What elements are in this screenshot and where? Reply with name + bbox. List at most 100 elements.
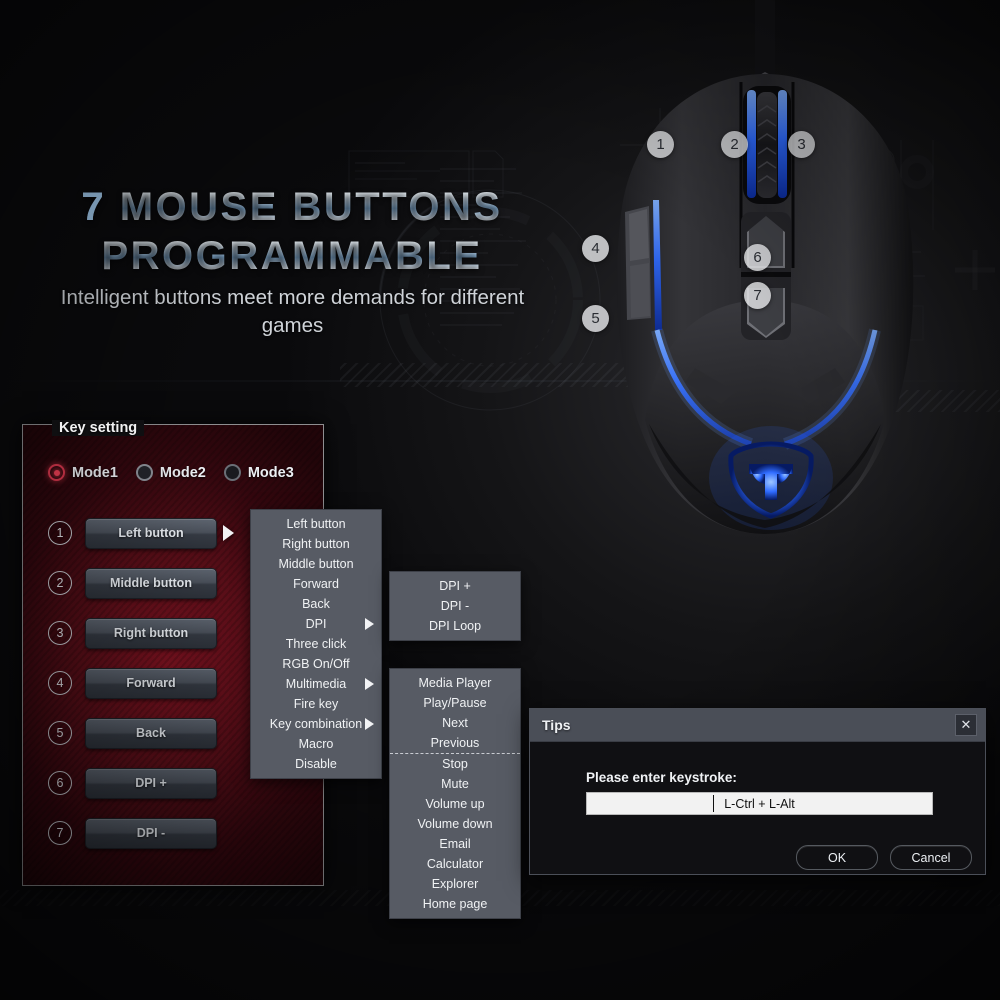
key-row-3-number: 3 <box>48 621 72 645</box>
mm-menu-item-mute[interactable]: Mute <box>390 774 520 794</box>
menu-item-left-button[interactable]: Left button <box>251 514 381 534</box>
key-row-6: 6 DPI + <box>48 758 234 808</box>
mm-menu-item-calculator[interactable]: Calculator <box>390 854 520 874</box>
multimedia-submenu: Media Player Play/Pause Next Previous St… <box>389 668 521 919</box>
menu-item-label: DPI <box>305 617 327 631</box>
menu-item-back[interactable]: Back <box>251 594 381 614</box>
mode-option-3[interactable]: Mode3 <box>223 464 294 481</box>
callout-badge-1: 1 <box>647 131 674 158</box>
menu-item-label: Calculator <box>426 857 484 871</box>
menu-item-macro[interactable]: Macro <box>251 734 381 754</box>
key-row-1-expand-icon[interactable] <box>223 525 234 541</box>
product-infographic: 1 2 3 4 5 6 7 7 MOUSE BUTTONS PROGRAMMAB… <box>0 0 1000 1000</box>
submenu-arrow-icon <box>365 678 374 690</box>
key-row-1-button[interactable]: Left button <box>85 517 217 549</box>
mm-menu-item-volume-down[interactable]: Volume down <box>390 814 520 834</box>
cancel-button[interactable]: Cancel <box>890 845 972 870</box>
menu-item-label: DPI - <box>440 599 470 613</box>
mm-menu-item-play-pause[interactable]: Play/Pause <box>390 693 520 713</box>
gaming-mouse-image: 1 2 3 4 5 6 7 <box>545 0 1000 600</box>
menu-item-key-combination[interactable]: Key combination <box>251 714 381 734</box>
menu-item-label: DPI Loop <box>428 619 482 633</box>
tips-dialog-body: Please enter keystroke: L-Ctrl + L-Alt O… <box>530 742 985 874</box>
mm-menu-item-previous[interactable]: Previous <box>390 733 520 753</box>
mode-option-1[interactable]: Mode1 <box>48 464 118 481</box>
key-binding-rows: 1 Left button 2 Middle button 3 Right bu… <box>48 508 234 858</box>
menu-item-label: Multimedia <box>285 677 347 691</box>
key-row-5-button[interactable]: Back <box>85 717 217 749</box>
key-row-7: 7 DPI - <box>48 808 234 858</box>
mode2-radio-icon[interactable] <box>135 464 153 481</box>
menu-item-label: Next <box>442 716 468 730</box>
key-row-2-button[interactable]: Middle button <box>85 567 217 599</box>
mode2-label: Mode2 <box>159 464 206 481</box>
close-icon[interactable]: ✕ <box>955 714 977 736</box>
key-row-7-button[interactable]: DPI - <box>85 817 217 849</box>
menu-item-label: Right button <box>282 537 350 551</box>
mode-selector-group: Mode1 Mode2 Mode3 <box>48 464 294 481</box>
mode1-label: Mode1 <box>72 464 118 481</box>
key-row-3-button[interactable]: Right button <box>85 617 217 649</box>
menu-item-label: Volume down <box>417 817 493 831</box>
menu-item-middle-button[interactable]: Middle button <box>251 554 381 574</box>
menu-item-multimedia[interactable]: Multimedia <box>251 674 381 694</box>
callout-badge-3: 3 <box>788 131 815 158</box>
menu-item-right-button[interactable]: Right button <box>251 534 381 554</box>
menu-item-label: Fire key <box>293 697 339 711</box>
dpi-menu-item-loop[interactable]: DPI Loop <box>390 616 520 636</box>
menu-item-label: Disable <box>295 757 337 771</box>
headline-line-2: PROGRAMMABLE <box>72 232 512 281</box>
menu-item-three-click[interactable]: Three click <box>251 634 381 654</box>
mm-menu-item-media-player[interactable]: Media Player <box>390 673 520 693</box>
menu-item-forward[interactable]: Forward <box>251 574 381 594</box>
menu-item-label: Mute <box>441 777 469 791</box>
assignment-context-menu: Left button Right button Middle button F… <box>250 509 382 779</box>
ok-button[interactable]: OK <box>796 845 878 870</box>
key-row-5: 5 Back <box>48 708 234 758</box>
key-row-1-number: 1 <box>48 521 72 545</box>
key-row-6-button[interactable]: DPI + <box>85 767 217 799</box>
mode-option-2[interactable]: Mode2 <box>135 464 206 481</box>
keystroke-input[interactable]: L-Ctrl + L-Alt <box>586 792 933 815</box>
key-setting-legend: Key setting <box>52 420 145 436</box>
tips-dialog-title: Tips <box>542 717 571 733</box>
mm-menu-item-home-page[interactable]: Home page <box>390 894 520 914</box>
menu-item-label: Explorer <box>431 877 479 891</box>
headline-block: 7 MOUSE BUTTONS PROGRAMMABLE <box>72 183 512 281</box>
key-row-7-number: 7 <box>48 821 72 845</box>
menu-item-disable[interactable]: Disable <box>251 754 381 774</box>
menu-item-label: Macro <box>298 737 334 751</box>
mode3-label: Mode3 <box>247 464 294 481</box>
key-row-3: 3 Right button <box>48 608 234 658</box>
headline-line-1: 7 MOUSE BUTTONS <box>72 183 512 232</box>
menu-item-label: Forward <box>293 577 339 591</box>
mm-menu-item-explorer[interactable]: Explorer <box>390 874 520 894</box>
menu-item-label: Previous <box>430 736 480 750</box>
dpi-menu-item-minus[interactable]: DPI - <box>390 596 520 616</box>
mm-menu-item-next[interactable]: Next <box>390 713 520 733</box>
menu-item-rgb-on-off[interactable]: RGB On/Off <box>251 654 381 674</box>
mode1-radio-icon[interactable] <box>48 464 65 481</box>
mm-menu-item-volume-up[interactable]: Volume up <box>390 794 520 814</box>
key-row-5-number: 5 <box>48 721 72 745</box>
keystroke-prompt-label: Please enter keystroke: <box>586 770 737 785</box>
mode3-radio-icon[interactable] <box>223 464 241 481</box>
menu-item-label: Middle button <box>278 557 354 571</box>
mm-menu-item-stop[interactable]: Stop <box>390 754 520 774</box>
menu-item-label: Back <box>302 597 330 611</box>
tips-dialog-titlebar: Tips ✕ <box>530 709 985 742</box>
mm-menu-item-email[interactable]: Email <box>390 834 520 854</box>
menu-item-label: Three click <box>285 637 347 651</box>
subheadline: Intelligent buttons meet more demands fo… <box>60 286 525 337</box>
callout-badge-4: 4 <box>582 235 609 262</box>
key-row-4-button[interactable]: Forward <box>85 667 217 699</box>
menu-item-label: Play/Pause <box>423 696 487 710</box>
key-row-4-number: 4 <box>48 671 72 695</box>
menu-item-fire-key[interactable]: Fire key <box>251 694 381 714</box>
dpi-menu-item-plus[interactable]: DPI + <box>390 576 520 596</box>
key-row-4: 4 Forward <box>48 658 234 708</box>
callout-badge-5: 5 <box>582 305 609 332</box>
key-row-2-number: 2 <box>48 571 72 595</box>
menu-item-label: Key combination <box>269 717 363 731</box>
menu-item-dpi[interactable]: DPI <box>251 614 381 634</box>
